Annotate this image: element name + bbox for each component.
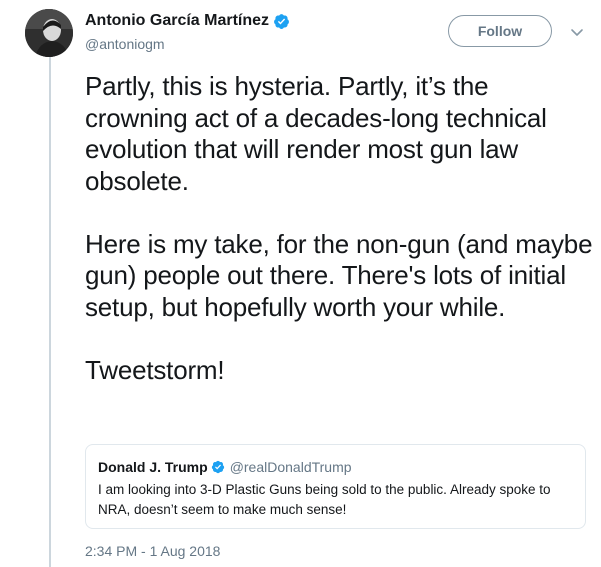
quoted-tweet-header: Donald J. Trump @realDonaldTrump [98,458,573,476]
tweet-timestamp[interactable]: 2:34 PM - 1 Aug 2018 [85,543,220,559]
tweet-text: Partly, this is hysteria. Partly, it’s t… [85,71,595,386]
quoted-tweet-text: I am looking into 3-D Plastic Guns being… [98,482,551,517]
tweet-paragraph: Tweetstorm! [85,354,225,385]
author-name-row: Antonio García Martínez [85,10,290,32]
author-display-name[interactable]: Antonio García Martínez [85,12,269,30]
avatar[interactable] [25,9,73,57]
tweet-author[interactable]: Antonio García Martínez @antoniogm [85,10,290,52]
author-handle[interactable]: @antoniogm [85,36,290,52]
tweet-paragraph: Here is my take, for the non-gun (and ma… [85,228,593,322]
quoted-tweet[interactable]: Donald J. Trump @realDonaldTrump I am lo… [85,444,586,529]
quoted-author-name: Donald J. Trump [98,459,208,475]
verified-badge-icon [274,13,289,29]
chevron-down-icon[interactable] [569,24,585,40]
avatar-image [25,9,73,57]
follow-button[interactable]: Follow [448,15,552,47]
verified-badge-icon [211,460,224,474]
quoted-author-handle: @realDonaldTrump [229,459,352,475]
tweet-paragraph: Partly, this is hysteria. Partly, it’s t… [85,71,547,196]
thread-line [49,57,51,567]
